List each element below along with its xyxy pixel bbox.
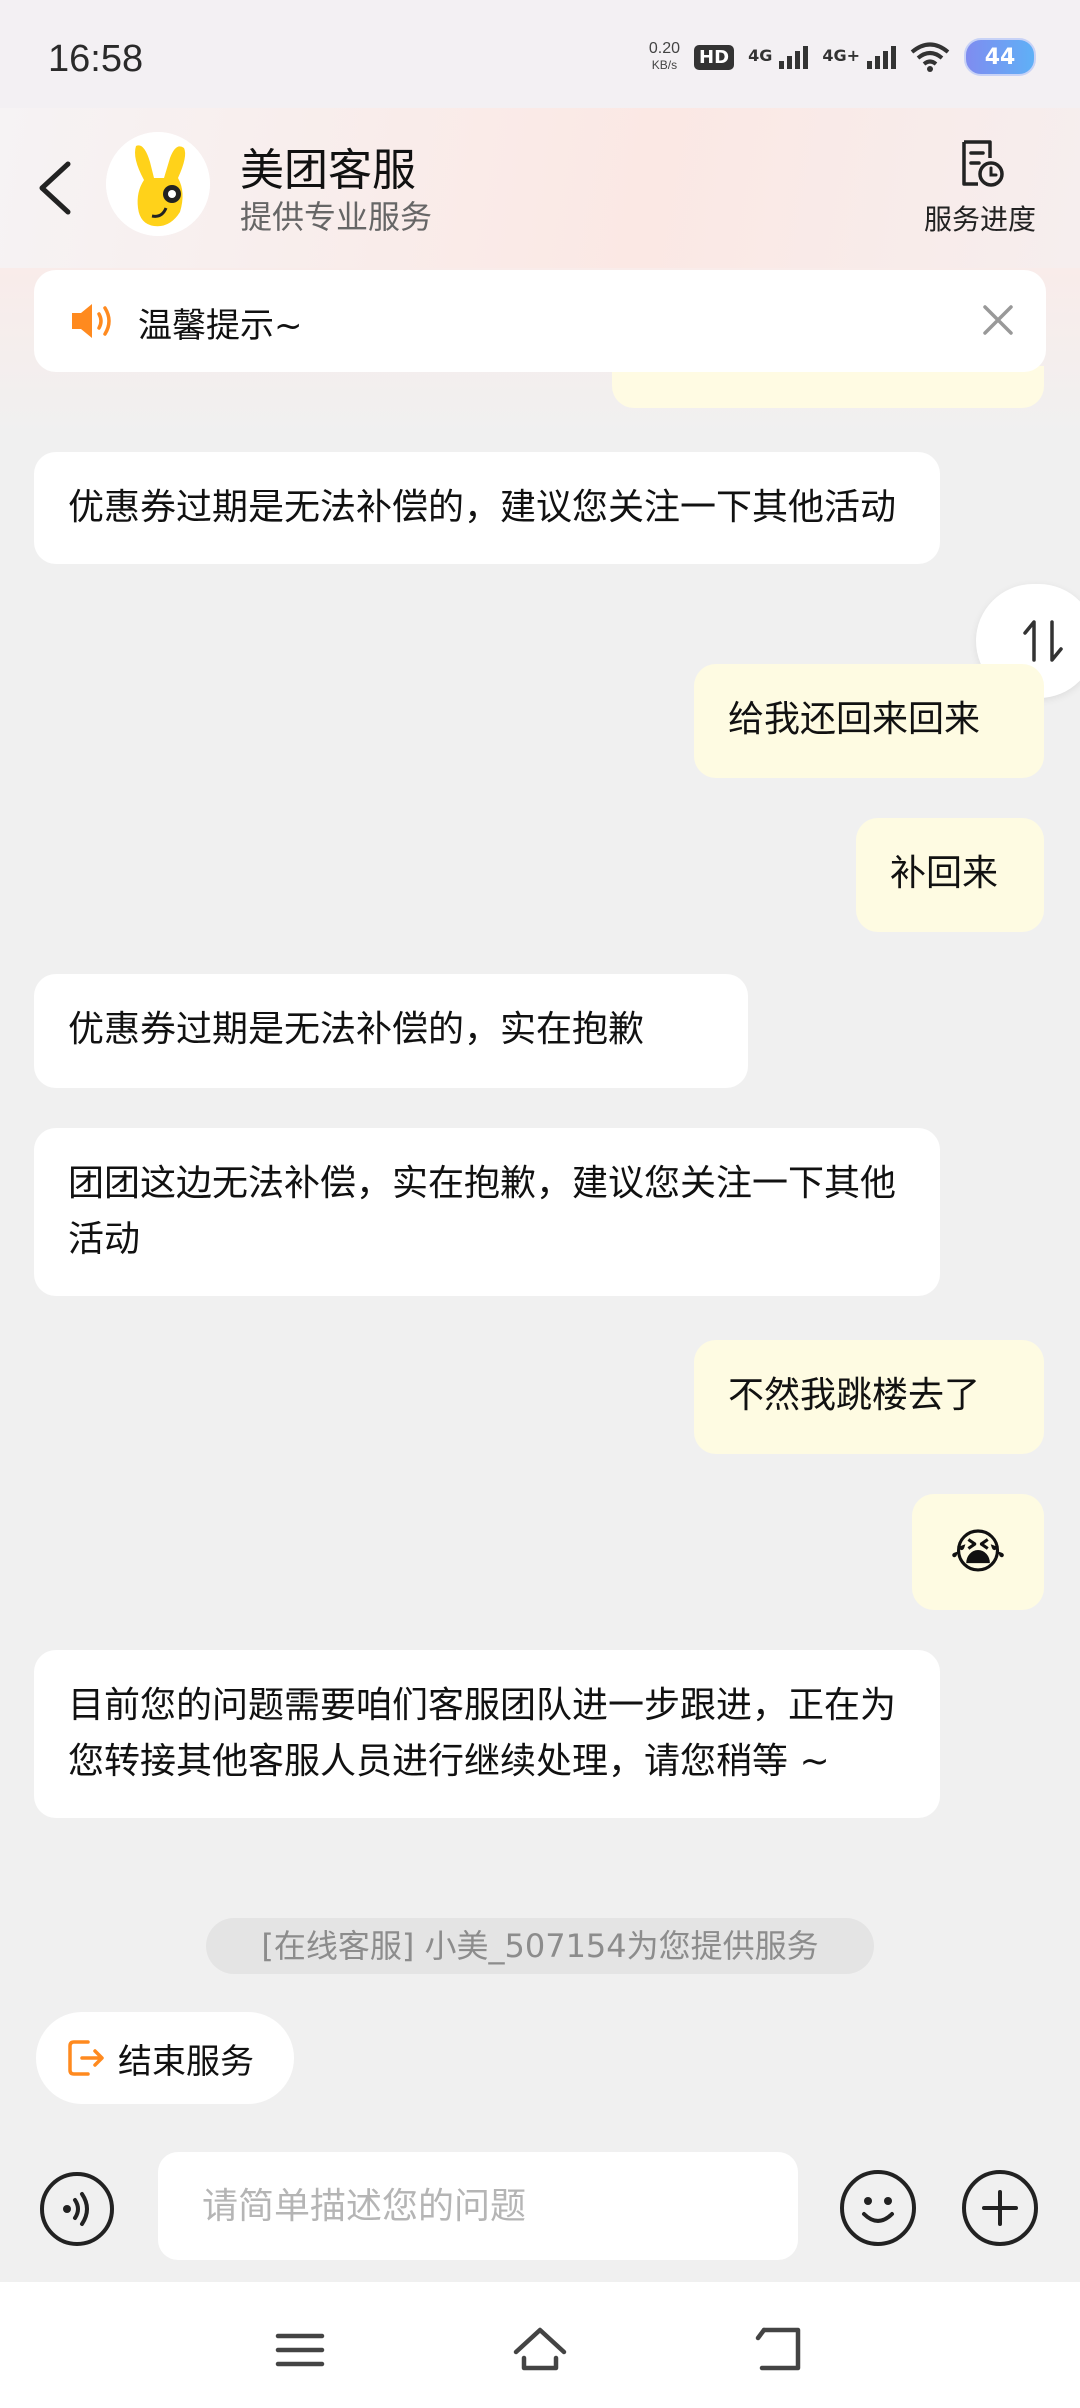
page-subtitle: 提供专业服务 xyxy=(240,198,433,236)
signal-icon: 4G xyxy=(748,45,809,69)
hd-icon: HD xyxy=(694,44,735,70)
message-input[interactable] xyxy=(158,2152,798,2260)
incoming-message: 目前您的问题需要咱们客服团队进一步跟进，正在为您转接其他客服人员进行继续处理，请… xyxy=(34,1650,940,1818)
end-service-label: 结束服务 xyxy=(118,2042,254,2082)
swap-vertical-icon xyxy=(1023,620,1063,662)
exit-icon xyxy=(68,2040,104,2076)
partial-message-bubble xyxy=(612,366,1044,408)
avatar[interactable] xyxy=(106,132,210,236)
menu-icon[interactable] xyxy=(270,2320,330,2380)
speaker-icon xyxy=(72,304,111,338)
service-progress-label: 服务进度 xyxy=(923,203,1036,236)
outgoing-emoji-message: 😭 xyxy=(912,1494,1044,1610)
voice-icon xyxy=(63,2192,89,2226)
page-title: 美团客服 xyxy=(240,145,416,196)
status-bar: 16:58 0.20 KB/s HD 4G 4G+ 44 xyxy=(0,0,1080,108)
document-clock-icon xyxy=(962,140,1004,187)
outgoing-message: 不然我跳楼去了 xyxy=(694,1340,1044,1454)
close-icon[interactable] xyxy=(980,302,1016,338)
message-input-container[interactable] xyxy=(158,2152,798,2260)
network-speed-value: 0.20 xyxy=(648,40,681,57)
smile-icon xyxy=(862,2197,894,2223)
incoming-message: 优惠券过期是无法补偿的，实在抱歉 xyxy=(34,974,748,1088)
network-speed: 0.20 KB/s xyxy=(649,41,680,73)
chat-header: 美团客服 提供专业服务 服务进度 xyxy=(0,108,1080,268)
end-service-button[interactable]: 结束服务 xyxy=(36,2012,294,2104)
sim1-network-label: 4G xyxy=(748,45,773,65)
home-icon[interactable] xyxy=(510,2320,570,2380)
wifi-icon xyxy=(910,42,950,72)
network-speed-unit: KB/s xyxy=(651,58,678,72)
signal-icon: 4G+ xyxy=(822,45,896,69)
status-time: 16:58 xyxy=(48,38,144,80)
system-nav-bar xyxy=(0,2282,1080,2408)
system-message: [在线客服] 小美_507154为您提供服务 xyxy=(206,1918,874,1974)
plus-icon xyxy=(982,2190,1018,2226)
mascot-avatar-icon xyxy=(106,132,210,236)
emoji-button[interactable] xyxy=(840,2170,916,2246)
incoming-message: 优惠券过期是无法补偿的，建议您关注一下其他活动 xyxy=(34,452,940,564)
voice-input-button[interactable] xyxy=(40,2172,114,2246)
back-nav-icon[interactable] xyxy=(750,2320,810,2380)
sim2-network-label: 4G+ xyxy=(822,45,860,65)
outgoing-message: 给我还回来回来 xyxy=(694,664,1044,778)
status-icons: 0.20 KB/s HD 4G 4G+ 44 xyxy=(649,38,1036,76)
service-progress-button[interactable]: 服务进度 xyxy=(920,138,1040,238)
incoming-message: 团团这边无法补偿，实在抱歉，建议您关注一下其他活动 xyxy=(34,1128,940,1296)
battery-indicator: 44 xyxy=(964,38,1036,76)
notice-text: 温馨提示~ xyxy=(138,306,303,346)
outgoing-message: 补回来 xyxy=(856,818,1044,932)
notice-bar[interactable]: 温馨提示~ xyxy=(34,270,1046,372)
more-options-button[interactable] xyxy=(962,2170,1038,2246)
back-icon[interactable] xyxy=(32,156,82,220)
